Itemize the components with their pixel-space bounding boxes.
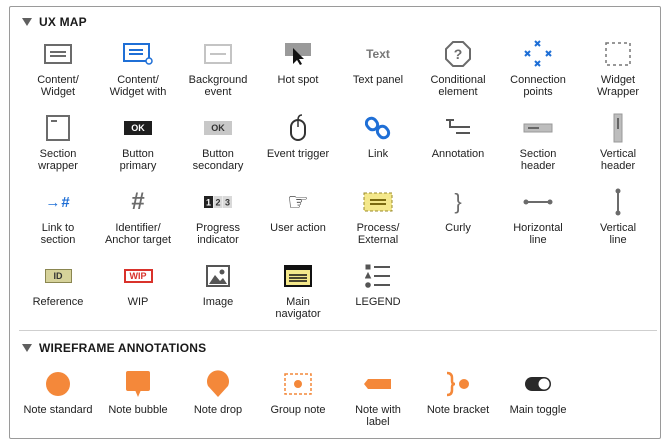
- note-bracket-icon: [438, 369, 478, 399]
- tile-note-bubble[interactable]: Note bubble: [98, 369, 178, 416]
- tile-note-drop[interactable]: Note drop: [178, 369, 258, 416]
- tile-label: Main toggle: [509, 404, 567, 416]
- tile-note-with-label[interactable]: Note with label: [338, 369, 418, 428]
- tile-label: Note bracket: [426, 404, 490, 416]
- tile-note-standard[interactable]: Note standard: [18, 369, 98, 416]
- wireframe-annotations-grid: Note standard Note bubble Note drop Grou…: [10, 7, 660, 438]
- group-note-icon: [278, 369, 318, 399]
- library-panel: UX MAP Content/ Widget Content/ Widget w…: [9, 6, 661, 439]
- note-standard-icon: [38, 369, 78, 399]
- tile-label: Note bubble: [108, 404, 168, 416]
- tile-label: Note drop: [193, 404, 243, 416]
- note-with-label-icon: [358, 369, 398, 399]
- tile-label: Note with label: [355, 404, 401, 428]
- tile-main-toggle[interactable]: Main toggle: [498, 369, 578, 416]
- tile-label: Group note: [270, 404, 326, 416]
- toggle-icon: [518, 369, 558, 399]
- tile-note-bracket[interactable]: Note bracket: [418, 369, 498, 416]
- note-drop-icon: [198, 369, 238, 399]
- note-bubble-icon: [118, 369, 158, 399]
- tile-group-note[interactable]: Group note: [258, 369, 338, 416]
- tile-label: Note standard: [23, 404, 93, 416]
